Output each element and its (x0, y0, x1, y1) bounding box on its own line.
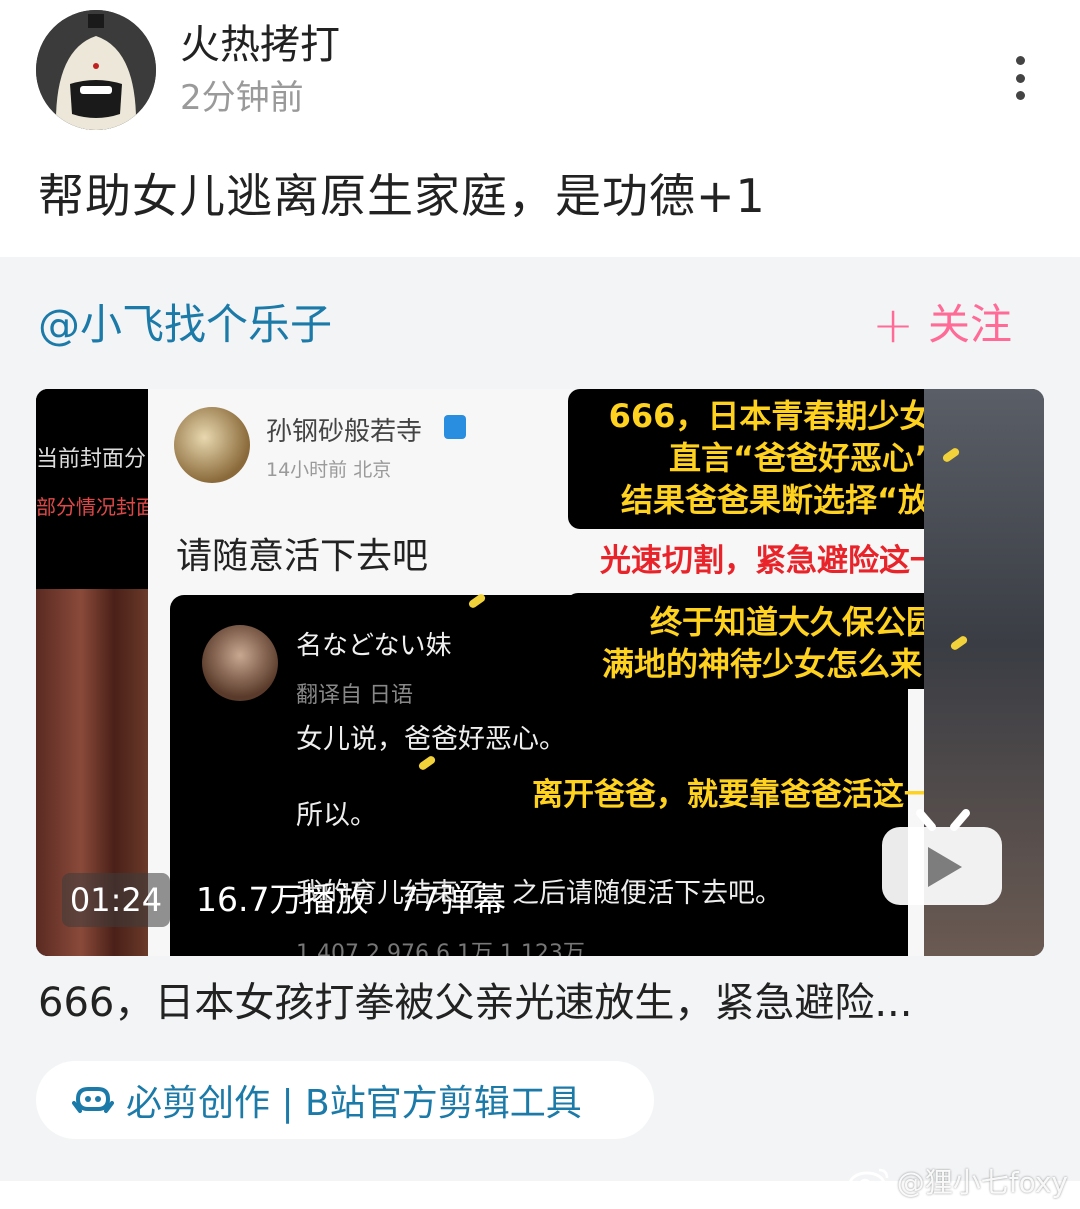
username[interactable]: 火热拷打 (180, 20, 340, 70)
tweet-username: 名などない妹 (296, 631, 452, 661)
left-strip-text-red: 部分情况封面 (36, 495, 156, 519)
user-avatar[interactable] (36, 10, 156, 130)
caption-red: 光速切割，紧急避险这一块 (600, 543, 972, 579)
tweet-line: 所以。 (296, 800, 377, 831)
post-text: 帮助女儿逃离原生家庭，是功德+1 (38, 169, 766, 223)
dot (1015, 91, 1025, 100)
follow-button[interactable]: + 关注 (872, 297, 1012, 353)
avatar-illustration (36, 10, 156, 130)
orig-username: 孙钢砂般若寺 (266, 417, 423, 447)
weibo-logo-icon (848, 1168, 888, 1196)
dot (1015, 56, 1025, 65)
tweet-translate: 翻译自 日语 (296, 683, 413, 708)
watermark: @狸小七foxy (847, 1161, 1068, 1201)
bijian-logo-icon (72, 1087, 114, 1113)
sparkle-decoration (949, 634, 969, 652)
more-vertical-icon[interactable] (996, 50, 1044, 106)
danmaku-count: 77弹幕 (398, 880, 506, 919)
tweet-line: 女儿说，爸爸好恶心。 (296, 724, 566, 755)
left-strip-top: 当前封面分 部分情况封面 (36, 389, 156, 589)
tool-label: 必剪创作 | B站官方剪辑工具 (126, 1083, 582, 1124)
video-left-strip: 当前封面分 部分情况封面 (36, 389, 156, 956)
video-duration: 01:24 (62, 873, 170, 927)
play-count: 16.7万播放 (196, 880, 369, 919)
sparkle-decoration (941, 446, 961, 464)
bijian-tool-link[interactable]: 必剪创作 | B站官方剪辑工具 (36, 1061, 654, 1139)
tweet-stats: 1,407 2,976 6.1万 1,123万 (296, 941, 585, 956)
orig-text: 请随意活下去吧 (176, 536, 429, 577)
verified-badge-icon (444, 415, 466, 439)
watermark-text: @狸小七foxy (896, 1166, 1068, 1199)
repost-card[interactable]: @小飞找个乐子 + 关注 当前封面分 部分情况封面 孙钢砂般若寺 14小时前 北… (0, 257, 1080, 1181)
post-timestamp: 2分钟前 (180, 78, 304, 118)
left-strip-text: 当前封面分 (36, 447, 147, 472)
video-frame-screenshot: 孙钢砂般若寺 14小时前 北京 请随意活下去吧 名などない妹 翻译自 日语 女儿… (148, 389, 1036, 956)
video-title[interactable]: 666，日本女孩打拳被父亲光速放生，紧急避险... (38, 975, 1028, 1031)
bilibili-tv-play-icon[interactable] (880, 809, 1004, 907)
tweet-avatar (202, 625, 278, 701)
video-player[interactable]: 当前封面分 部分情况封面 孙钢砂般若寺 14小时前 北京 请随意活下去吧 名など… (36, 389, 1044, 956)
post-header: 火热拷打 2分钟前 (0, 0, 1080, 150)
caption-yellow: 离开爸爸，就要靠爸爸活这一块 (532, 777, 966, 813)
orig-avatar (174, 407, 250, 483)
source-user-link[interactable]: @小飞找个乐子 (38, 297, 332, 353)
tweet-line: 我的育儿结束了。之后请随便活下去吧。 (296, 878, 782, 909)
dot (1015, 73, 1025, 83)
orig-meta: 14小时前 北京 (266, 459, 392, 481)
plus-icon: + (872, 296, 914, 354)
follow-label: 关注 (927, 300, 1012, 349)
